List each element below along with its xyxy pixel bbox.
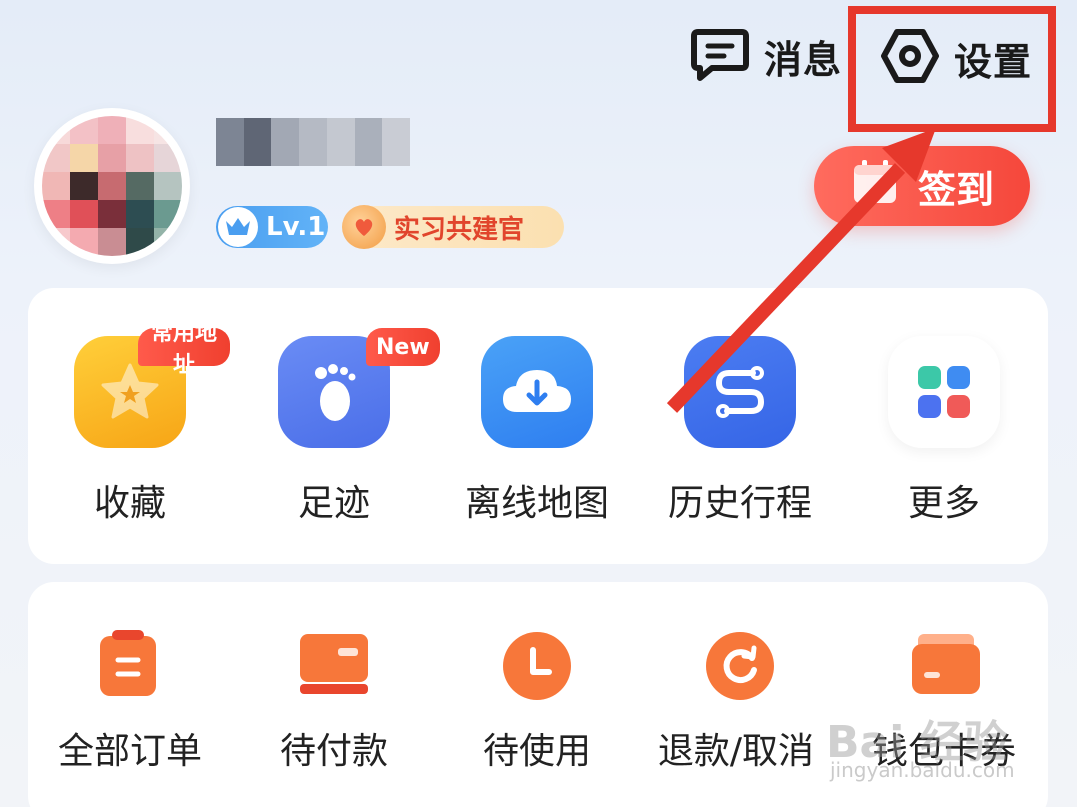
shortcut-label: 更多 bbox=[907, 483, 980, 524]
shortcut-label: 足迹 bbox=[297, 483, 370, 524]
checkin-button[interactable]: 签到 bbox=[814, 146, 1030, 226]
shortcut-offline-map[interactable]: 离线地图 bbox=[437, 336, 637, 524]
level-badge[interactable]: Lv.1 bbox=[216, 206, 328, 248]
order-all[interactable]: 全部订单 bbox=[30, 628, 230, 778]
order-refund-cancel[interactable]: 退款/取消 bbox=[640, 628, 840, 778]
shortcut-label: 收藏 bbox=[93, 483, 166, 524]
calendar-icon bbox=[850, 157, 900, 216]
grid-icon bbox=[888, 336, 1000, 448]
card-icon bbox=[298, 632, 370, 700]
shortcut-footprints[interactable]: New 足迹 bbox=[234, 328, 440, 524]
shortcut-favorites[interactable]: 常用地址 收藏 bbox=[30, 321, 230, 524]
order-label: 全部订单 bbox=[57, 731, 202, 772]
crown-icon bbox=[218, 207, 258, 247]
order-label: 退款/取消 bbox=[657, 731, 815, 772]
heart-hand-icon bbox=[342, 205, 386, 249]
messages-label: 消息 bbox=[764, 37, 843, 82]
title-text: 实习共建官 bbox=[394, 214, 525, 245]
order-to-use[interactable]: 待使用 bbox=[437, 628, 637, 778]
new-tag: New bbox=[366, 328, 440, 366]
shortcut-label: 历史行程 bbox=[667, 483, 812, 524]
clock-icon bbox=[501, 630, 573, 706]
username-blurred bbox=[216, 118, 411, 166]
avatar[interactable] bbox=[34, 108, 190, 264]
order-pending-payment[interactable]: 待付款 bbox=[234, 628, 434, 778]
message-icon bbox=[690, 26, 750, 86]
order-label: 待使用 bbox=[482, 731, 591, 772]
refresh-icon bbox=[704, 630, 776, 706]
clipboard-icon bbox=[96, 628, 160, 702]
frequent-address-tag: 常用地址 bbox=[138, 321, 230, 378]
route-icon bbox=[684, 336, 796, 448]
title-badge[interactable]: 实习共建官 bbox=[342, 205, 564, 249]
annotation-highlight-box bbox=[848, 6, 1056, 132]
order-label: 待付款 bbox=[279, 731, 388, 772]
shortcut-trip-history[interactable]: 历史行程 bbox=[640, 336, 840, 524]
level-text: Lv.1 bbox=[266, 212, 326, 242]
cloud-download-icon bbox=[481, 336, 593, 448]
watermark-url: jingyan.baidu.com bbox=[830, 758, 1015, 782]
shortcut-label: 离线地图 bbox=[464, 483, 609, 524]
messages-button[interactable]: 消息 bbox=[690, 26, 842, 86]
checkin-label: 签到 bbox=[917, 167, 994, 212]
wallet-icon bbox=[910, 632, 982, 700]
avatar-image bbox=[42, 116, 182, 256]
shortcut-more[interactable]: 更多 bbox=[844, 336, 1044, 524]
